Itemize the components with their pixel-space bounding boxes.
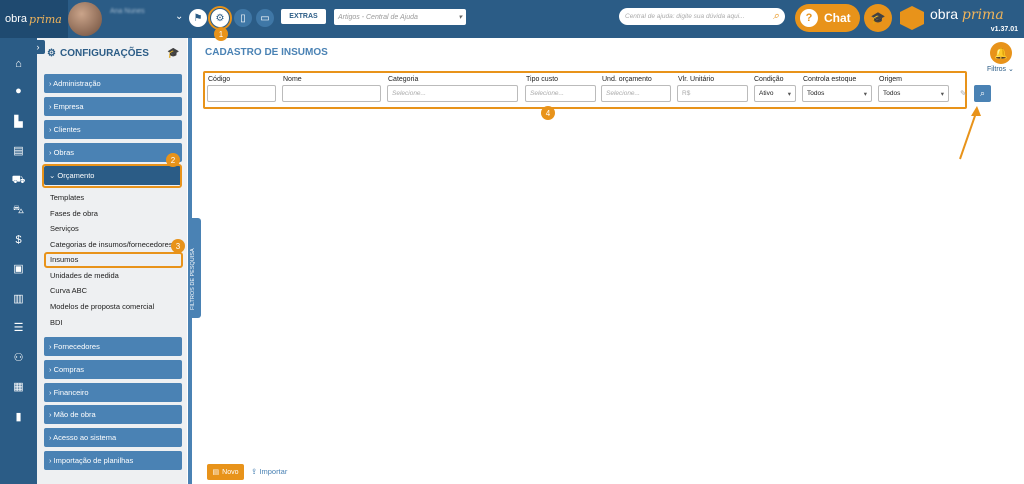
file-icon[interactable]: ▥ <box>10 290 27 307</box>
chevron-down-icon[interactable]: ⌄ <box>175 11 183 22</box>
tipo-custo-select[interactable]: Selecione... <box>525 85 596 102</box>
menu-administracao[interactable]: › Administração <box>44 74 182 93</box>
vlr-unitario-label: Vlr. Unitário <box>678 76 715 83</box>
flag-icon[interactable]: ⚑ <box>189 9 207 27</box>
nome-label: Nome <box>283 76 302 83</box>
archive-icon[interactable]: ▣ <box>10 260 27 277</box>
brand-logo: obra prima v1.37.01 <box>898 4 1022 36</box>
upload-icon: ⇪ <box>251 467 258 476</box>
top-bar: obra prima Ana Nunes ⌄ ⚑ ⚙ ▯ ▭ EXTRAS Art… <box>0 0 1024 38</box>
eraser-icon[interactable]: ✎ <box>960 89 967 98</box>
file-icon: ▤ <box>212 469 220 476</box>
submenu-bdi[interactable]: BDI <box>50 318 63 327</box>
orcamento-highlight <box>42 164 182 188</box>
menu-clientes[interactable]: › Clientes <box>44 120 182 139</box>
gear-icon: ⚙ <box>47 48 56 59</box>
step-badge-2: 2 <box>166 153 180 167</box>
submenu-unidades[interactable]: Unidades de medida <box>50 271 119 280</box>
menu-financeiro[interactable]: › Financeiro <box>44 383 182 402</box>
import-link[interactable]: ⇪ Importar <box>251 467 287 476</box>
new-button[interactable]: ▤ Novo <box>207 464 244 480</box>
report-icon[interactable]: ▦ <box>10 378 27 395</box>
und-orcamento-label: Und. orçamento <box>602 76 652 83</box>
submenu-fases-de-obra[interactable]: Fases de obra <box>50 209 98 218</box>
user-icon[interactable]: ● <box>10 82 27 99</box>
chevron-right-icon[interactable]: › <box>31 40 45 54</box>
step-badge-1: 1 <box>214 27 228 41</box>
menu-acesso[interactable]: › Acesso ao sistema <box>44 428 182 447</box>
und-orcamento-select[interactable]: Selecione... <box>601 85 671 102</box>
search-filters-tab[interactable]: FILTROS DE PESQUISA <box>188 218 201 318</box>
truck-icon[interactable]: ⛟ <box>10 172 27 189</box>
categoria-label: Categoria <box>388 76 419 83</box>
menu-empresa[interactable]: › Empresa <box>44 97 182 116</box>
search-icon[interactable]: ⌕ <box>773 10 779 23</box>
controla-estoque-label: Controla estoque <box>803 76 857 83</box>
question-icon: ? <box>800 9 818 27</box>
bell-icon[interactable]: 🔔 <box>990 42 1012 64</box>
home-icon[interactable]: ⌂ <box>10 55 27 72</box>
caret-down-icon: ▾ <box>787 90 791 98</box>
chat-button[interactable]: ? Chat <box>795 4 860 32</box>
menu-obras[interactable]: › Obras <box>44 143 182 162</box>
codigo-field[interactable] <box>207 85 276 102</box>
condicao-select[interactable]: Ativo ▾ <box>754 85 796 102</box>
origem-label: Origem <box>879 76 902 83</box>
submenu-curva-abc[interactable]: Curva ABC <box>50 286 87 295</box>
menu-compras[interactable]: › Compras <box>44 360 182 379</box>
version-label: v1.37.01 <box>990 26 1018 33</box>
menu-fornecedores[interactable]: › Fornecedores <box>44 337 182 356</box>
submenu-servicos[interactable]: Serviços <box>50 224 79 233</box>
tipo-custo-label: Tipo custo <box>526 76 559 83</box>
submenu-templates[interactable]: Templates <box>50 193 84 202</box>
articles-select[interactable]: Artigos - Central de Ajuda ▾ <box>334 9 466 25</box>
mobile-icon[interactable]: ▯ <box>234 9 252 27</box>
search-icon: ⌕ <box>979 88 986 98</box>
codigo-label: Código <box>208 76 231 83</box>
menu-mao-de-obra[interactable]: › Mão de obra <box>44 405 182 424</box>
annotation-arrow <box>959 106 981 160</box>
submenu-modelos[interactable]: Modelos de proposta comercial <box>50 302 154 311</box>
dollar-icon[interactable]: $ <box>10 231 27 248</box>
filters-toggle[interactable]: Filtros ⌄ <box>987 65 1014 73</box>
graduation-cap-icon[interactable]: 🎓 <box>864 4 892 32</box>
submenu-categorias[interactable]: Categorias de insumos/fornecedores <box>50 240 182 249</box>
step-badge-3: 3 <box>171 239 185 253</box>
checklist-icon[interactable]: ☰ <box>10 319 27 336</box>
user-name: Ana Nunes <box>110 8 145 15</box>
controla-estoque-select[interactable]: Todos ▾ <box>802 85 872 102</box>
graduation-cap-icon[interactable]: 🎓 <box>167 48 179 59</box>
condicao-label: Condição <box>754 76 784 83</box>
extras-button[interactable]: EXTRAS <box>281 9 326 24</box>
document-dollar-icon[interactable]: ▤ <box>10 142 27 159</box>
origem-select[interactable]: Todos ▾ <box>878 85 949 102</box>
icon-rail: ⌂ ● ▙ ▤ ⛟ ⛍ $ ▣ ▥ ☰ ⚇ ▦ ▮ <box>0 38 37 484</box>
users-icon[interactable]: ⚇ <box>10 349 27 366</box>
caret-down-icon: ▾ <box>863 90 867 98</box>
insumos-highlight <box>44 252 183 268</box>
brand-hex-icon <box>900 6 924 30</box>
desktop-icon[interactable]: ▭ <box>256 9 274 27</box>
caret-down-icon: ▾ <box>458 14 462 21</box>
nome-field[interactable] <box>282 85 381 102</box>
step-badge-4: 4 <box>541 106 555 120</box>
help-search-input[interactable]: Central de ajuda: digite sua dúvida aqui… <box>619 8 785 25</box>
search-button[interactable]: ⌕ <box>974 85 991 102</box>
building-icon[interactable]: ▙ <box>10 113 27 130</box>
categoria-select[interactable]: Selecione... <box>387 85 518 102</box>
vlr-unitario-field[interactable]: R$ <box>677 85 748 102</box>
page-title: CADASTRO DE INSUMOS <box>205 47 328 58</box>
cart-icon[interactable]: ⛍ <box>10 202 27 219</box>
chart-icon[interactable]: ▮ <box>10 408 27 425</box>
avatar[interactable] <box>68 2 102 36</box>
caret-down-icon: ▾ <box>940 90 944 98</box>
menu-importacao[interactable]: › Importação de planilhas <box>44 451 182 470</box>
app-logo[interactable]: obra prima <box>0 0 68 38</box>
panel-title: ⚙ CONFIGURAÇÕES <box>47 48 149 59</box>
